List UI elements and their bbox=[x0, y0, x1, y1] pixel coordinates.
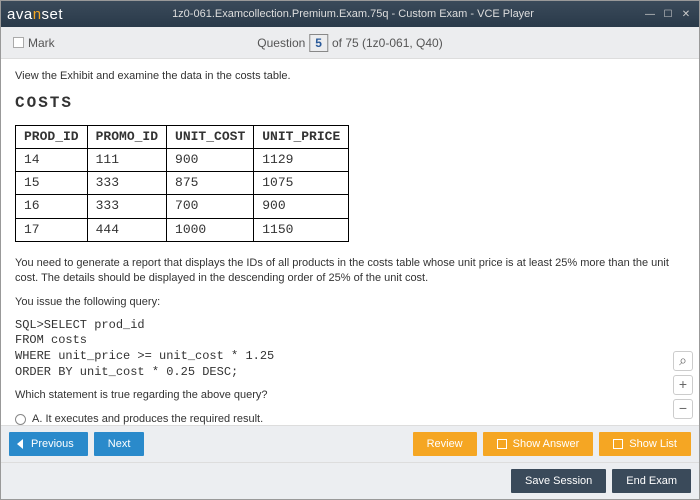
question-number[interactable]: 5 bbox=[309, 34, 328, 52]
checkbox-icon bbox=[13, 37, 24, 48]
bottom-toolbar-2: Save Session End Exam bbox=[1, 462, 699, 499]
option-label: A. It executes and produces the required… bbox=[32, 412, 263, 425]
btn-label: Previous bbox=[31, 438, 74, 450]
table-row: 16333700 900 bbox=[16, 195, 349, 218]
zoom-in-icon[interactable]: + bbox=[673, 375, 693, 395]
app-window: avanset 1z0-061.Examcollection.Premium.E… bbox=[0, 0, 700, 500]
col-header: UNIT_COST bbox=[167, 125, 254, 148]
next-button[interactable]: Next bbox=[94, 432, 145, 456]
checkbox-icon bbox=[613, 439, 623, 449]
minimize-icon[interactable]: — bbox=[643, 7, 657, 21]
question-total: of 75 (1z0-061, Q40) bbox=[332, 36, 443, 50]
col-header: PROMO_ID bbox=[87, 125, 166, 148]
table-row: 1744410001150 bbox=[16, 218, 349, 241]
titlebar: avanset 1z0-061.Examcollection.Premium.E… bbox=[1, 1, 699, 27]
close-icon[interactable]: ✕ bbox=[679, 7, 693, 21]
issue-text: You issue the following query: bbox=[15, 295, 685, 310]
answer-options: A. It executes and produces the required… bbox=[15, 412, 685, 425]
window-title: 1z0-061.Examcollection.Premium.Exam.75q … bbox=[63, 8, 643, 20]
mark-label: Mark bbox=[28, 36, 55, 50]
col-header: PROD_ID bbox=[16, 125, 88, 148]
save-session-button[interactable]: Save Session bbox=[511, 469, 606, 493]
btn-label: Show Answer bbox=[513, 438, 580, 450]
btn-label: Show List bbox=[629, 438, 677, 450]
mark-checkbox[interactable]: Mark bbox=[13, 36, 55, 50]
end-exam-button[interactable]: End Exam bbox=[612, 469, 691, 493]
table-title: COSTS bbox=[15, 92, 685, 114]
logo-part: set bbox=[42, 6, 64, 23]
maximize-icon[interactable]: ☐ bbox=[661, 7, 675, 21]
table-row: 141119001129 bbox=[16, 148, 349, 171]
logo-part: n bbox=[33, 6, 42, 23]
app-logo: avanset bbox=[7, 6, 63, 23]
bottom-toolbar: Previous Next Review Show Answer Show Li… bbox=[1, 425, 699, 462]
table-row: 153338751075 bbox=[16, 172, 349, 195]
question-bar: Mark Question 5 of 75 (1z0-061, Q40) bbox=[1, 27, 699, 59]
which-text: Which statement is true regarding the ab… bbox=[15, 388, 685, 403]
radio-icon bbox=[15, 414, 26, 425]
logo-part: ava bbox=[7, 6, 33, 23]
zoom-controls: ⌕ + − bbox=[673, 351, 693, 419]
btn-label: End Exam bbox=[626, 475, 677, 487]
review-button[interactable]: Review bbox=[413, 432, 477, 456]
show-answer-button[interactable]: Show Answer bbox=[483, 432, 594, 456]
question-label: Question bbox=[257, 36, 305, 50]
btn-label: Review bbox=[427, 438, 463, 450]
previous-button[interactable]: Previous bbox=[9, 432, 88, 456]
window-controls: — ☐ ✕ bbox=[643, 7, 693, 21]
costs-table: PROD_ID PROMO_ID UNIT_COST UNIT_PRICE 14… bbox=[15, 125, 349, 242]
zoom-out-icon[interactable]: − bbox=[673, 399, 693, 419]
checkbox-icon bbox=[497, 439, 507, 449]
show-list-button[interactable]: Show List bbox=[599, 432, 691, 456]
sql-code: SQL>SELECT prod_id FROM costs WHERE unit… bbox=[15, 318, 685, 380]
option-a[interactable]: A. It executes and produces the required… bbox=[15, 412, 685, 425]
btn-label: Save Session bbox=[525, 475, 592, 487]
table-header-row: PROD_ID PROMO_ID UNIT_COST UNIT_PRICE bbox=[16, 125, 349, 148]
intro-text: View the Exhibit and examine the data in… bbox=[15, 69, 685, 84]
question-indicator: Question 5 of 75 (1z0-061, Q40) bbox=[257, 34, 442, 52]
col-header: UNIT_PRICE bbox=[254, 125, 349, 148]
question-content: View the Exhibit and examine the data in… bbox=[1, 59, 699, 425]
btn-label: Next bbox=[108, 438, 131, 450]
requirement-text: You need to generate a report that displ… bbox=[15, 256, 685, 287]
zoom-reset-icon[interactable]: ⌕ bbox=[673, 351, 693, 371]
